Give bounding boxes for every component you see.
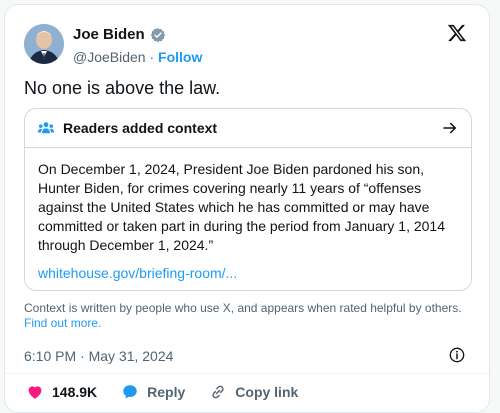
arrow-right-icon[interactable] xyxy=(441,119,459,137)
copy-link-label: Copy link xyxy=(235,384,299,400)
divider xyxy=(5,373,489,374)
find-out-more-link[interactable]: Find out more. xyxy=(24,316,101,330)
community-note-source-link[interactable]: whitehouse.gov/briefing-room/... xyxy=(38,265,237,281)
follow-link[interactable]: Follow xyxy=(158,49,202,65)
x-logo-icon[interactable] xyxy=(447,23,467,43)
link-icon xyxy=(212,385,224,399)
reply-label: Reply xyxy=(147,384,186,400)
speech-bubble-icon xyxy=(123,385,137,399)
copy-link-button[interactable]: Copy link xyxy=(209,383,298,401)
tweet-timestamp[interactable]: 6:10 PM · May 31, 2024 xyxy=(24,348,173,364)
heart-icon xyxy=(28,386,42,399)
community-note-footnote: Context is written by people who use X, … xyxy=(24,301,474,331)
author-name-row: Joe Biden xyxy=(73,26,166,43)
tweet-text: No one is above the law. xyxy=(24,78,221,98)
separator: · xyxy=(149,49,155,65)
community-note: Readers added context On December 1, 202… xyxy=(24,108,472,291)
reply-button[interactable]: Reply xyxy=(121,383,185,401)
action-bar: 148.9K Reply Copy link xyxy=(26,383,322,401)
author-handle[interactable]: @JoeBiden xyxy=(73,49,146,65)
info-icon[interactable] xyxy=(449,347,465,363)
people-icon xyxy=(37,122,55,134)
tweet-card: Joe Biden @JoeBiden · Follow No one is a… xyxy=(4,4,490,413)
like-button[interactable]: 148.9K xyxy=(26,383,97,401)
community-note-title: Readers added context xyxy=(63,120,218,136)
author-name[interactable]: Joe Biden xyxy=(73,26,145,43)
like-count: 148.9K xyxy=(52,384,98,400)
author-handle-row: @JoeBiden · Follow xyxy=(73,49,202,65)
avatar[interactable] xyxy=(24,24,64,64)
community-note-header[interactable]: Readers added context xyxy=(25,109,471,148)
community-note-body: On December 1, 2024, President Joe Biden… xyxy=(38,161,445,253)
footnote-text: Context is written by people who use X, … xyxy=(24,301,462,315)
verified-badge-icon xyxy=(150,27,166,42)
